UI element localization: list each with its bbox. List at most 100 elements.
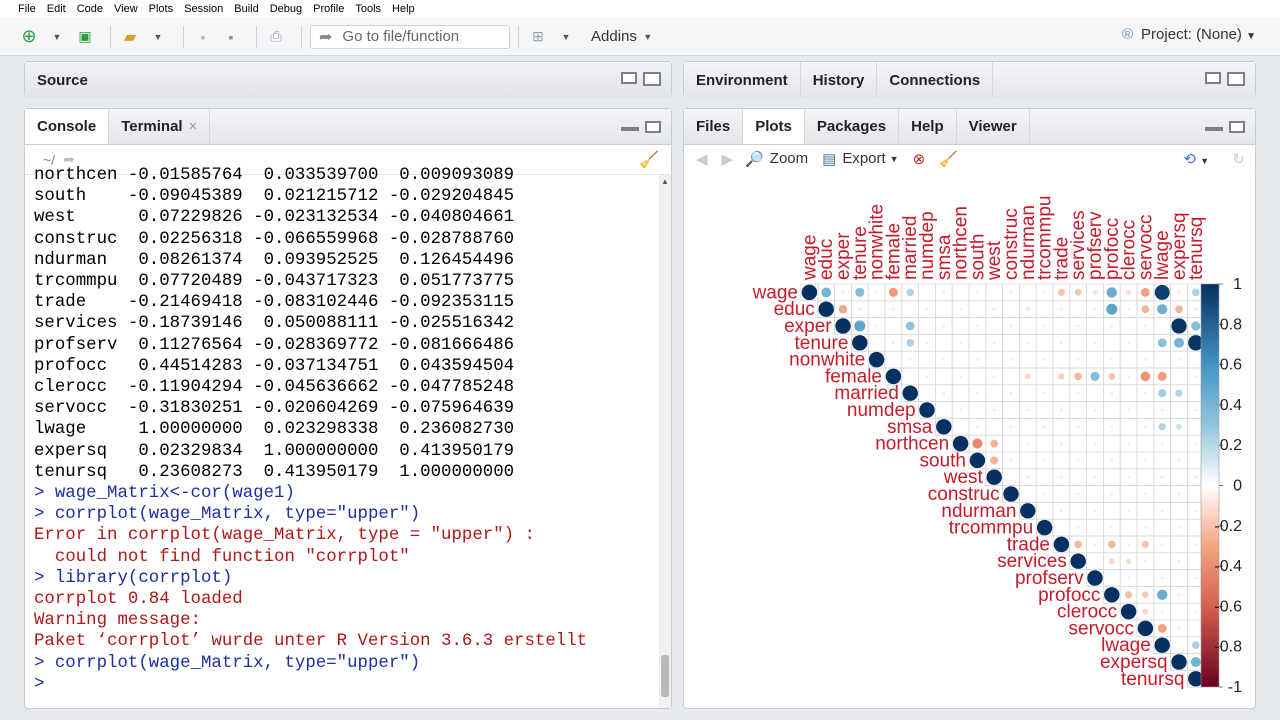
dropdown-icon[interactable]: ▼ (147, 26, 169, 48)
source-pane: Source (24, 61, 672, 98)
remove-plot-icon[interactable]: ⊗ (913, 150, 926, 168)
menu-item-view[interactable]: View (114, 3, 138, 15)
corr-circle (1120, 603, 1137, 620)
corr-cell (1002, 434, 1020, 453)
console-line: > wage_Matrix<-cor(wage1) (34, 484, 295, 504)
corr-circle (1177, 526, 1181, 529)
corr-cell (1086, 485, 1104, 503)
close-icon[interactable]: × (189, 118, 198, 135)
menu-item-session[interactable]: Session (184, 3, 223, 15)
corr-cell (1035, 401, 1054, 419)
corr-circle (976, 324, 979, 328)
menu-item-plots[interactable]: Plots (149, 3, 173, 15)
corr-circle (1093, 442, 1097, 445)
corr-cell (985, 350, 1003, 369)
corr-circle (1060, 307, 1063, 311)
export-button[interactable]: Export (842, 150, 885, 167)
forward-arrow-icon[interactable]: ▶ (722, 150, 734, 168)
open-file-icon[interactable]: ▰ (119, 26, 141, 48)
corr-cell (901, 367, 920, 386)
console-scrollbar[interactable]: ▲ (659, 175, 671, 708)
zoom-icon[interactable]: 🔎 (745, 150, 764, 168)
publish-icon[interactable]: ⟲ ▼ (1183, 150, 1209, 168)
restore-icon[interactable] (621, 72, 637, 84)
back-arrow-icon[interactable]: ◀ (696, 150, 708, 168)
goto-file-input[interactable]: ➦ Go to file/function (310, 24, 510, 49)
tab-history[interactable]: History (801, 62, 878, 98)
tab-files[interactable]: Files (684, 109, 744, 144)
menu-item-file[interactable]: File (18, 3, 36, 15)
menu-item-profile[interactable]: Profile (313, 3, 344, 15)
corr-circle (1060, 475, 1063, 479)
tab-console[interactable]: Console (25, 109, 110, 144)
tab-packages[interactable]: Packages (805, 109, 900, 144)
tab-viewer[interactable]: Viewer (957, 109, 1030, 144)
corr-cell (1086, 552, 1104, 570)
new-file-icon[interactable]: ⊕ (18, 26, 40, 48)
pane-layout-icon[interactable]: ⊞ (527, 26, 549, 48)
dropdown-icon[interactable]: ▼ (46, 26, 68, 48)
minimize-icon[interactable] (1205, 127, 1223, 131)
corr-circle (1009, 391, 1013, 395)
scroll-up-icon[interactable]: ▲ (661, 177, 669, 186)
corr-cell (1153, 350, 1171, 369)
corr-cell (901, 300, 920, 319)
console-output[interactable]: northcen -0.01585764 0.033539700 0.00909… (34, 165, 587, 695)
corr-circle (1160, 408, 1164, 412)
corr-cell (1086, 518, 1104, 537)
minimize-icon[interactable] (621, 127, 639, 131)
corr-cell (1170, 401, 1188, 419)
tab-connections[interactable]: Connections (877, 62, 994, 98)
corr-circle (1076, 459, 1080, 462)
corr-cell (1002, 401, 1020, 419)
tab-terminal[interactable]: Terminal × (109, 109, 211, 144)
corr-circle (959, 408, 962, 412)
maximize-icon[interactable] (1227, 72, 1245, 86)
console-line: tenursq 0.23608273 0.413950179 1.0000000… (34, 462, 515, 482)
menu-item-code[interactable]: Code (77, 3, 103, 15)
menu-item-build[interactable]: Build (234, 3, 258, 15)
clear-console-icon[interactable]: 🧹 (639, 150, 659, 170)
restore-icon[interactable] (1229, 121, 1245, 133)
menu-item-tools[interactable]: Tools (355, 3, 381, 15)
corr-circle (1175, 389, 1183, 397)
menu-item-help[interactable]: Help (392, 3, 415, 15)
corr-circle (1194, 610, 1198, 613)
corr-circle (1127, 475, 1130, 479)
menu-item-edit[interactable]: Edit (47, 3, 66, 15)
goto-arrow-icon: ➦ (319, 28, 333, 46)
restore-icon[interactable] (645, 121, 661, 133)
corr-circle (1110, 425, 1114, 429)
save-icon[interactable]: ▪ (192, 26, 214, 48)
corr-cell (1018, 485, 1037, 503)
dropdown-icon[interactable]: ▼ (637, 26, 659, 48)
print-icon[interactable]: ⎙ (265, 26, 287, 48)
console-scroll-thumb[interactable] (661, 655, 669, 697)
tab-help[interactable]: Help (899, 109, 957, 144)
broom-icon[interactable]: 🧹 (939, 150, 958, 168)
tab-plots[interactable]: Plots (743, 109, 805, 144)
corr-circle (1093, 408, 1097, 412)
maximize-icon[interactable] (643, 72, 661, 86)
export-icon[interactable]: ▤ (822, 150, 836, 168)
corr-circle (1141, 540, 1149, 548)
dropdown-icon[interactable]: ▼ (555, 26, 577, 48)
menu-item-debug[interactable]: Debug (270, 3, 302, 15)
tab-environment[interactable]: Environment (684, 62, 801, 98)
save-all-icon[interactable]: ▪ (220, 26, 242, 48)
corr-circle (1110, 459, 1114, 462)
corr-circle (885, 368, 902, 385)
project-menu[interactable]: ® Project: (None) ▼ (1122, 26, 1256, 43)
console-line: ndurman 0.08261374 0.093952525 0.1264544… (34, 250, 515, 270)
corr-circle (1174, 337, 1184, 348)
dropdown-icon[interactable]: ▼ (890, 154, 899, 164)
refresh-icon[interactable]: ↻ (1232, 150, 1245, 168)
corr-circle (1141, 305, 1150, 314)
corr-circle (868, 351, 885, 368)
corr-cell (1035, 333, 1054, 352)
addins-button[interactable]: Addins (591, 28, 637, 45)
new-project-icon[interactable]: ▣ (74, 26, 96, 48)
corr-circle (1192, 288, 1200, 297)
zoom-button[interactable]: Zoom (770, 150, 808, 167)
restore-icon[interactable] (1205, 72, 1221, 84)
